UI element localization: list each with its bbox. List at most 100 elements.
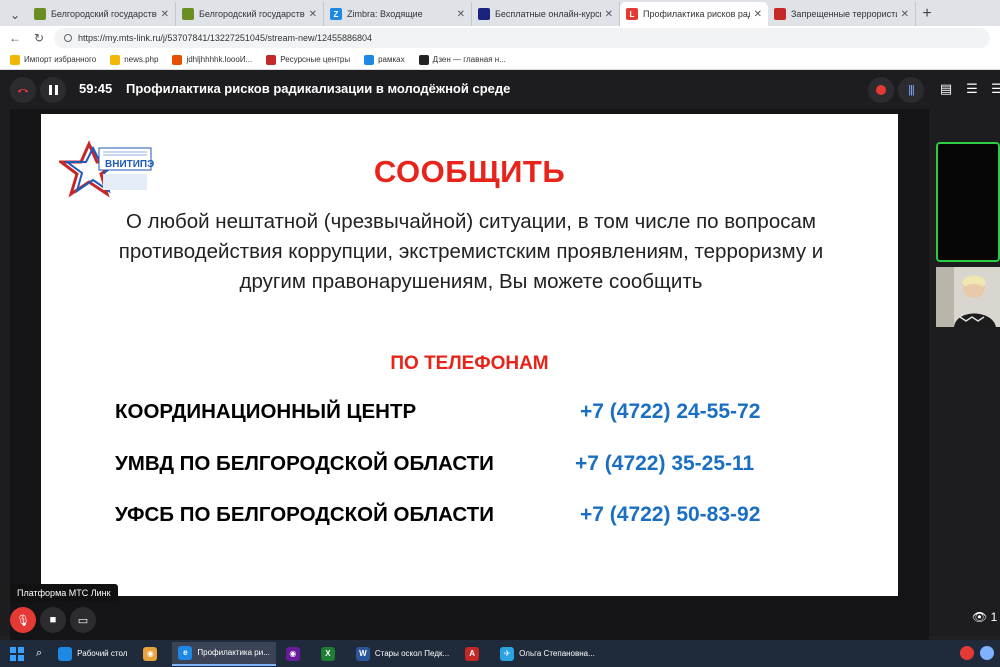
site-info-icon[interactable] [64, 34, 72, 42]
taskbar-item[interactable]: ◉ [137, 642, 168, 666]
tab-title: Бесплатные онлайн-курсы повы [495, 9, 601, 19]
camera-button[interactable]: ■ [40, 607, 66, 633]
notes-icon[interactable]: ▤ [937, 80, 955, 98]
browser-tab[interactable]: Z Zimbra: Входящие ✕ [324, 2, 472, 26]
viewers-counter[interactable]: 👁 1 [972, 610, 997, 624]
edge-icon: e [178, 645, 193, 660]
bookmark-item[interactable]: Импорт избранного [10, 54, 97, 65]
back-arrow-icon[interactable]: ← [6, 29, 24, 47]
taskbar-item[interactable]: ✈ Ольга Степановна... [494, 642, 601, 666]
bookmark-item[interactable]: jdhljhhhhk.loooИ... [172, 54, 253, 65]
browser-tab-strip: ⌄ Белгородский государственный ✕ Белгоро… [0, 0, 1000, 26]
taskbar-item-label: Рабочий стол [77, 649, 128, 658]
pdf-icon: A [465, 646, 480, 661]
tab-favicon-icon [478, 8, 490, 20]
presentation-slide: ВНИТИПЭ СООБЩИТЬ О любой нештатной (чрез… [41, 114, 898, 596]
tab-close-icon[interactable]: ✕ [754, 9, 762, 20]
eye-icon: 👁 [972, 610, 988, 624]
leave-call-button[interactable] [10, 77, 36, 103]
contact-organization: КООРДИНАЦИОННЫЙ ЦЕНТР [115, 400, 417, 423]
taskbar-item-label: Профилактика ри... [197, 648, 270, 657]
pause-icon [48, 85, 52, 95]
tab-favicon-icon [774, 8, 786, 20]
word-icon: W [355, 646, 370, 661]
tab-close-icon[interactable]: ✕ [457, 9, 465, 20]
bookmark-item[interactable]: Ресурсные центры [266, 54, 351, 65]
participants-icon[interactable]: ☰ [988, 80, 1000, 98]
flag-icon [266, 54, 277, 65]
taskbar-item[interactable]: Рабочий стол [52, 642, 133, 666]
contact-row: УФСБ ПО БЕЛГОРОДСКОЙ ОБЛАСТИ +7 (4722) 5… [115, 503, 875, 533]
platform-label: Платформа МТС Линк [10, 584, 118, 602]
tab-favicon-icon: Z [330, 8, 342, 20]
tab-title: Белгородский государственный [199, 9, 305, 19]
meeting-top-bar: 59:45 Профилактика рисков радикализации … [0, 70, 1000, 108]
address-bar-row: ← ↻ https://my.mts-link.ru/j/53707841/13… [0, 26, 1000, 50]
taskbar-item[interactable]: ◉ [280, 642, 311, 666]
tab-list-chevron-icon[interactable]: ⌄ [4, 4, 26, 26]
meeting-title: Профилактика рисков радикализации в моло… [126, 81, 511, 96]
slide-body-text: О любой нештатной (чрезвычайной) ситуаци… [118, 210, 824, 293]
pause-button[interactable] [40, 77, 66, 103]
taskbar-item-label: Ольга Степановна... [519, 649, 595, 658]
tab-close-icon[interactable]: ✕ [901, 9, 909, 20]
bookmark-label: Дзен — главная н... [432, 55, 506, 64]
mic-off-icon: 🎙 [16, 614, 30, 627]
browser-tab[interactable]: Белгородский государственный ✕ [176, 2, 324, 26]
browser-tab-active[interactable]: L Профилактика рисков ради ✕ [620, 2, 768, 26]
bookmark-label: jdhljhhhhk.loooИ... [186, 55, 253, 64]
taskbar-item[interactable]: X [315, 642, 346, 666]
record-button[interactable] [868, 77, 894, 103]
record-dot-icon [876, 85, 886, 95]
url-field[interactable]: https://my.mts-link.ru/j/53707841/132272… [54, 28, 990, 48]
checklist-icon[interactable]: ☰ [963, 80, 981, 98]
audio-wave-icon: ||| [908, 84, 915, 96]
screen-share-icon: ▭ [77, 614, 89, 627]
new-tab-button[interactable]: + [916, 2, 938, 26]
taskbar-item-active[interactable]: e Профилактика ри... [172, 641, 276, 666]
tray-yandex-icon[interactable] [960, 646, 974, 660]
browser-tab[interactable]: Белгородский государственный ✕ [28, 2, 176, 26]
taskbar-item[interactable]: A [459, 642, 490, 666]
bookmarks-bar: Импорт избранного news.php jdhljhhhhk.lo… [0, 50, 1000, 70]
browser-tab[interactable]: Бесплатные онлайн-курсы повы ✕ [472, 2, 620, 26]
tab-close-icon[interactable]: ✕ [309, 9, 317, 20]
bookmark-label: Импорт избранного [24, 55, 97, 64]
contact-organization: УМВД ПО БЕЛГОРОДСКОЙ ОБЛАСТИ [115, 452, 494, 475]
phone-hangup-icon [17, 88, 29, 93]
app-icon: ◉ [285, 646, 300, 661]
audio-level-button[interactable]: ||| [898, 77, 924, 103]
telegram-icon: ✈ [500, 646, 515, 661]
zimbra-icon [364, 54, 375, 65]
os-taskbar: ⌕ Рабочий стол ◉ e Профилактика ри... ◉ X… [0, 640, 1000, 667]
browser-tab[interactable]: Запрещенные террористически ✕ [768, 2, 916, 26]
bookmark-label: Ресурсные центры [280, 55, 351, 64]
desktop-icon [58, 646, 73, 661]
tab-close-icon[interactable]: ✕ [161, 9, 169, 20]
taskbar-item[interactable]: W Стары оскол Педк... [350, 642, 455, 666]
viewers-count: 1 [990, 610, 998, 624]
bookmark-label: рамках [378, 55, 405, 64]
dzen-icon [418, 54, 429, 65]
reload-icon[interactable]: ↻ [30, 29, 48, 47]
bookmark-item[interactable]: Дзен — главная н... [418, 54, 506, 65]
contact-phone: +7 (4722) 35-25-11 [575, 452, 755, 475]
tab-close-icon[interactable]: ✕ [605, 9, 613, 20]
bookmark-item[interactable]: рамках [364, 54, 405, 65]
tab-title: Zimbra: Входящие [347, 9, 423, 19]
presentation-stage: ВНИТИПЭ СООБЩИТЬ О любой нештатной (чрез… [10, 109, 929, 640]
contact-phone: +7 (4722) 50-83-92 [580, 503, 761, 526]
camera-icon: ■ [49, 614, 57, 626]
search-icon[interactable]: ⌕ [36, 647, 42, 660]
participant-video-tile[interactable] [936, 142, 1000, 262]
participant-video-tile[interactable] [936, 267, 1000, 327]
screen-share-button[interactable]: ▭ [70, 607, 96, 633]
bookmark-item[interactable]: news.php [110, 54, 158, 65]
slide-subheading: ПО ТЕЛЕФОНАМ [390, 353, 549, 374]
windows-start-icon[interactable] [10, 646, 24, 661]
mic-muted-button[interactable]: 🎙 [10, 607, 36, 633]
excel-icon: X [320, 646, 335, 661]
tab-favicon-icon [34, 8, 46, 20]
participant-avatar [936, 267, 1000, 327]
tray-app-icon[interactable] [980, 646, 994, 660]
